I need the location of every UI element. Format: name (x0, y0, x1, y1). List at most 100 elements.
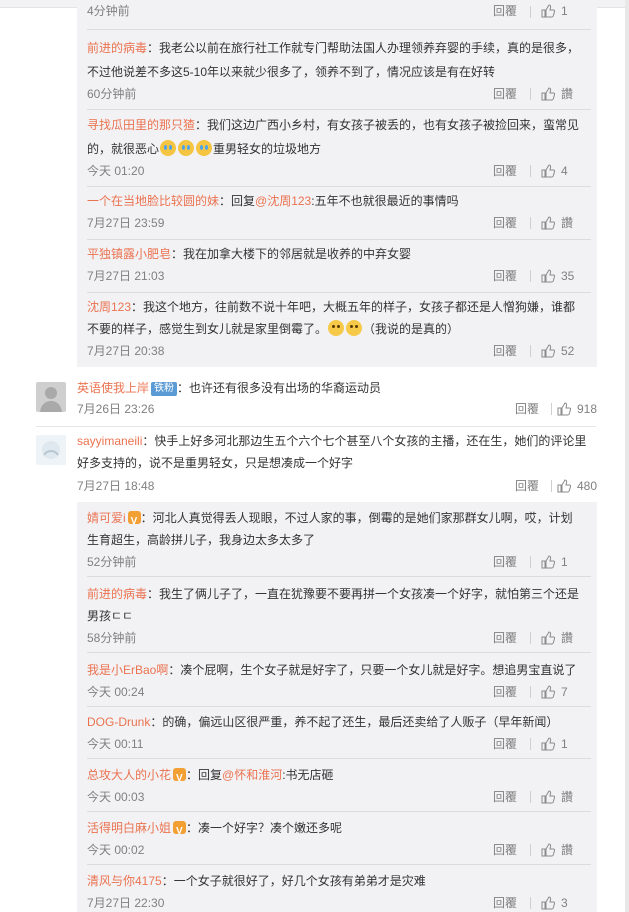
user-name[interactable]: 我是小ErBao啊 (87, 663, 168, 677)
reply-time: 4分钟前 (87, 4, 130, 18)
user-name[interactable]: sayyimaneili (77, 434, 142, 448)
reply-text: :五年不也就很最近的事情吗 (311, 194, 459, 208)
crying-emoji-icon (160, 140, 177, 156)
reply-button[interactable]: 回覆 (493, 629, 517, 647)
thumb-up-icon (541, 843, 555, 857)
like-button[interactable]: 1 (541, 735, 587, 753)
like-count: 讚 (561, 87, 574, 101)
crying-emoji-icon (196, 140, 213, 156)
comment-text: ：也许还有很多没有出场的华裔运动员 (177, 381, 382, 395)
user-name[interactable]: 活得明白麻小姐 (87, 821, 171, 835)
reply-text: ：我生了俩儿子了，一直在犹豫要不要再拼一个女孩凑一个好字，就怕第三个还是 (147, 587, 580, 601)
thumb-up-icon (541, 631, 555, 645)
thumb-up-icon (541, 555, 555, 569)
avatar[interactable] (36, 382, 66, 412)
like-button[interactable]: 3 (541, 894, 587, 912)
reply-button[interactable]: 回覆 (515, 400, 539, 418)
reply-button[interactable]: 回覆 (515, 477, 539, 495)
like-count: 1 (561, 4, 568, 18)
reply-time: 今天 00:24 (87, 685, 145, 699)
mention-link[interactable]: @沈周123 (255, 194, 311, 208)
sub-reply: 活得明白麻小姐 ：凑一个好字？凑个嫩还多呢 今天 00:02 回覆 讚 (87, 816, 591, 865)
like-count: 3 (561, 896, 568, 910)
like-button[interactable]: 918 (557, 400, 597, 418)
reply-button[interactable]: 回覆 (493, 342, 517, 360)
reply-button[interactable]: 回覆 (493, 2, 517, 20)
like-button[interactable]: 52 (541, 342, 587, 360)
reply-time: 60分钟前 (87, 87, 137, 101)
thumb-up-icon (541, 344, 555, 358)
thumb-up-icon (541, 790, 555, 804)
like-button[interactable]: 讚 (541, 85, 587, 103)
reply-button[interactable]: 回覆 (493, 841, 517, 859)
vip-icon (127, 510, 141, 530)
like-count: 35 (561, 269, 575, 283)
sub-reply-partial: 4分钟前 回覆 1 (87, 0, 591, 30)
like-count: 讚 (561, 631, 574, 645)
shy-emoji-icon (346, 320, 363, 336)
user-name[interactable]: 沈周123 (87, 300, 131, 314)
scrollbar[interactable] (625, 0, 629, 912)
reply-time: 7月27日 22:30 (87, 896, 165, 910)
thumb-up-icon (541, 164, 555, 178)
mention-link[interactable]: @怀和淮河 (222, 768, 282, 782)
like-button[interactable]: 讚 (541, 629, 587, 647)
like-button[interactable]: 35 (541, 267, 587, 285)
user-name[interactable]: 一个在当地脸比较圆的妹 (87, 194, 219, 208)
like-count: 7 (561, 685, 568, 699)
reply-text: 不过他说差不多这5-10年以来就少很多了，领养不到了，情况应该是有在好转 (87, 65, 496, 79)
sub-reply-list: 婧可爱i ：河北人真觉得丢人现眼，不过人家的事，倒霉的是她们家那群女儿啊，哎，计划… (77, 502, 597, 912)
thumb-up-icon (557, 479, 571, 493)
user-name[interactable]: 英语使我上岸 (77, 381, 149, 395)
reply-time: 7月27日 23:59 (87, 216, 165, 230)
reply-button[interactable]: 回覆 (493, 735, 517, 753)
like-count: 讚 (561, 790, 574, 804)
user-name[interactable]: 婧可爱i (87, 511, 126, 525)
like-count: 4 (561, 164, 568, 178)
like-button[interactable]: 480 (557, 477, 597, 495)
reply-time: 今天 00:11 (87, 737, 144, 751)
default-avatar-icon (40, 387, 62, 412)
reply-text: 的，就很恶心 (87, 142, 160, 156)
like-button[interactable]: 讚 (541, 841, 587, 859)
reply-text: ：我们这边广西小乡村，有女孩子被丢的，也有女孩子被捡回来，蛮常见 (195, 118, 580, 132)
vip-icon (173, 767, 187, 787)
reply-text: 生育超生，高龄拼儿子，我身边太多太多了 (87, 533, 316, 547)
comment: sayyimaneili：快手上好多河北那边生五个六个七个甚至八个女孩的主播，还… (36, 431, 597, 496)
like-button[interactable]: 讚 (541, 788, 587, 806)
reply-button[interactable]: 回覆 (493, 267, 517, 285)
like-button[interactable]: 4 (541, 162, 587, 180)
user-avatar-icon (42, 441, 60, 459)
reply-time: 58分钟前 (87, 631, 137, 645)
sub-reply: DOG-Drunk：的确，偏远山区很严重，养不起了还生，最后还卖给了人贩子（早年… (87, 710, 591, 759)
user-name[interactable]: 前进的病毒 (87, 587, 147, 601)
user-name[interactable]: 总攻大人的小花 (87, 768, 171, 782)
reply-time: 今天 00:02 (87, 843, 145, 857)
sub-reply: 总攻大人的小花 ：回复@怀和淮河:书无店砸 今天 00:03 回覆 讚 (87, 763, 591, 812)
like-button[interactable]: 讚 (541, 214, 587, 232)
avatar[interactable] (36, 435, 66, 465)
like-button[interactable]: 1 (541, 553, 587, 571)
thumb-up-icon (541, 896, 555, 910)
shy-emoji-icon (328, 320, 345, 336)
reply-button[interactable]: 回覆 (493, 894, 517, 912)
reply-button[interactable]: 回覆 (493, 788, 517, 806)
sub-reply: 清风与你4175：一个女子就很好了，好几个女孩有弟弟才是灾难 7月27日 22:… (87, 869, 591, 912)
user-name[interactable]: DOG-Drunk (87, 715, 150, 729)
reply-button[interactable]: 回覆 (493, 85, 517, 103)
user-name[interactable]: 平独镇露小肥皂 (87, 247, 171, 261)
comment-time: 7月26日 23:26 (77, 402, 155, 416)
user-name[interactable]: 清风与你4175 (87, 874, 162, 888)
like-button[interactable]: 7 (541, 683, 587, 701)
user-name[interactable]: 前进的病毒 (87, 41, 147, 55)
like-count: 1 (561, 737, 568, 751)
thumb-up-icon (557, 402, 571, 416)
reply-button[interactable]: 回覆 (493, 553, 517, 571)
reply-button[interactable]: 回覆 (493, 683, 517, 701)
user-name[interactable]: 寻找瓜田里的那只猹 (87, 118, 195, 132)
reply-text: ：河北人真觉得丢人现眼，不过人家的事，倒霉的是她们家那群女儿啊，哎，计划 (140, 511, 573, 525)
reply-text: ：我这个地方，往前数不说十年吧，大概五年的样子，女孩子都还是人憎狗嫌，谁都 (131, 300, 576, 314)
reply-button[interactable]: 回覆 (493, 162, 517, 180)
like-button[interactable]: 1 (541, 2, 587, 20)
reply-button[interactable]: 回覆 (493, 214, 517, 232)
